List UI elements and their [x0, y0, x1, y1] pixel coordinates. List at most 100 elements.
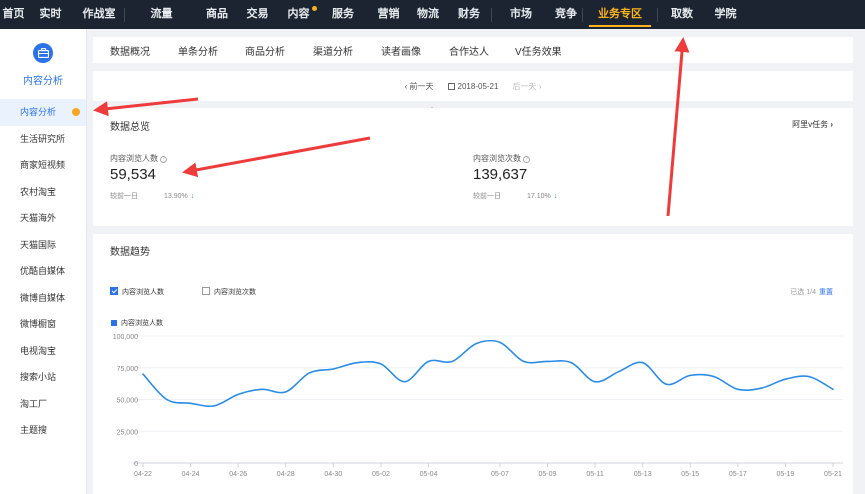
sidebar: 内容分析 内容分析生活研究所商家短视频农村淘宝天猫海外天猫国际优酷自媒体微博自媒… — [0, 29, 87, 494]
data-point — [403, 380, 406, 383]
nav-item-0[interactable]: 首页 — [0, 0, 27, 29]
x-tick-label: 05-15 — [681, 471, 699, 478]
data-point — [618, 370, 620, 373]
sidebar-item-label: 搜索小站 — [20, 372, 57, 382]
nav-item-14[interactable]: 取数 — [658, 0, 706, 29]
help-icon[interactable]: ? — [160, 156, 167, 163]
sidebar-item-10[interactable]: 搜索小站 — [0, 364, 86, 391]
nav-item-label: 营销 — [377, 8, 400, 20]
sidebar-item-0[interactable]: 内容分析 — [0, 99, 86, 126]
data-point — [284, 391, 287, 393]
nav-item-label: 首页 — [2, 8, 25, 20]
nav-item-7[interactable]: 服务 — [318, 0, 368, 29]
metric-views-people: 内容浏览人数? 59,534 较前一日 13.90% ↓ — [110, 153, 194, 201]
calendar-icon — [447, 82, 455, 90]
briefcase-icon — [33, 43, 53, 63]
x-tick-label: 05-13 — [634, 471, 652, 478]
sub-tab-1[interactable]: 单条分析 — [178, 43, 218, 58]
sidebar-menu: 内容分析生活研究所商家短视频农村淘宝天猫海外天猫国际优酷自媒体微博自媒体微博橱窗… — [0, 99, 86, 444]
data-point — [713, 375, 715, 378]
nav-item-13[interactable]: 业务专区 — [583, 0, 657, 29]
x-tick-label: 05-07 — [491, 471, 509, 478]
data-point — [784, 378, 787, 380]
sub-tab-2[interactable]: 商品分析 — [245, 43, 285, 58]
sub-tab-4[interactable]: 读者画像 — [381, 43, 421, 58]
sidebar-item-4[interactable]: 天猫海外 — [0, 205, 86, 232]
nav-item-11[interactable]: 市场 — [492, 0, 550, 29]
sidebar-item-1[interactable]: 生活研究所 — [0, 126, 86, 153]
data-point — [737, 388, 739, 391]
data-point — [189, 402, 192, 405]
data-point — [641, 361, 644, 364]
sidebar-item-9[interactable]: 电视淘宝 — [0, 338, 86, 365]
sidebar-item-5[interactable]: 天猫国际 — [0, 232, 86, 259]
overview-card: 数据总览 阿里v任务 › 内容浏览人数? 59,534 较前一日 13.90% ↓ … — [93, 108, 853, 226]
next-day-button[interactable]: 后一天 › — [512, 81, 541, 92]
v-task-link-label: 阿里v任务 — [792, 120, 829, 129]
nav-item-5[interactable]: 交易 — [236, 0, 279, 29]
sidebar-item-2[interactable]: 商家短视频 — [0, 152, 86, 179]
nav-item-1[interactable]: 实时 — [27, 0, 74, 29]
data-point — [808, 375, 811, 378]
help-icon[interactable]: ? — [523, 156, 530, 163]
sub-tabs: 数据概况 单条分析 商品分析 渠道分析 读者画像 合作达人 V任务效果 — [93, 37, 853, 63]
nav-item-2[interactable]: 作战室 — [74, 0, 124, 29]
metric-value: 139,637 — [473, 166, 528, 183]
date-picker[interactable]: 2018-05-21 — [447, 81, 499, 91]
sidebar-item-label: 生活研究所 — [20, 133, 66, 144]
nav-item-4[interactable]: 商品 — [198, 0, 236, 29]
x-tick-label: 05-19 — [776, 471, 794, 478]
sidebar-item-label: 商家短视频 — [20, 160, 66, 170]
current-date: 2018-05-21 — [457, 81, 499, 91]
sidebar-item-label: 微博橱窗 — [20, 319, 57, 329]
sidebar-item-label: 微博自媒体 — [20, 292, 66, 303]
sidebar-item-label: 天猫海外 — [20, 213, 57, 223]
sidebar-item-label: 内容分析 — [20, 107, 57, 117]
sub-tab-3[interactable]: 渠道分析 — [313, 43, 353, 58]
sidebar-item-label: 电视淘宝 — [20, 345, 57, 356]
nav-item-label: 商品 — [206, 8, 228, 20]
sidebar-item-label: 优酷自媒体 — [20, 266, 66, 276]
nav-item-6[interactable]: 内容 — [279, 0, 318, 29]
nav-item-15[interactable]: 学院 — [706, 0, 745, 29]
sub-tab-6[interactable]: V任务效果 — [515, 43, 562, 58]
nav-item-label: 实时 — [39, 8, 62, 20]
data-point — [570, 361, 573, 364]
data-point — [356, 361, 358, 364]
v-task-link[interactable]: 阿里v任务 › — [792, 119, 833, 130]
status-dot-icon — [72, 108, 80, 116]
data-point — [213, 405, 216, 407]
sidebar-item-12[interactable]: 主题搜 — [0, 417, 86, 444]
sidebar-item-11[interactable]: 淘工厂 — [0, 391, 86, 418]
sidebar-item-6[interactable]: 优酷自媒体 — [0, 258, 86, 285]
metric-value: 59,534 — [110, 166, 156, 183]
sidebar-item-7[interactable]: 微博自媒体 — [0, 285, 86, 312]
nav-item-9[interactable]: 物流 — [409, 0, 447, 29]
arrow-down-icon: ↓ — [190, 193, 195, 200]
data-point — [760, 387, 763, 389]
arrow-down-icon: ↓ — [553, 193, 558, 200]
nav-item-10[interactable]: 财务 — [447, 0, 491, 29]
nav-item-3[interactable]: 流量 — [125, 0, 198, 29]
data-point — [165, 398, 168, 401]
metric-label: 内容浏览人数 — [110, 154, 158, 163]
compare-label: 较前一日 — [473, 193, 501, 200]
x-tick-label: 04-26 — [229, 471, 247, 478]
data-point — [832, 388, 834, 391]
prev-day-button[interactable]: ‹ 前一天 — [405, 81, 434, 92]
x-tick-label: 04-28 — [277, 471, 295, 478]
x-tick-label: 05-17 — [729, 471, 747, 478]
sub-tab-0[interactable]: 数据概况 — [110, 43, 150, 58]
sub-tab-5[interactable]: 合作达人 — [449, 43, 489, 58]
y-tick-label: 25,000 — [117, 429, 139, 436]
sidebar-item-8[interactable]: 微博橱窗 — [0, 311, 86, 338]
nav-item-12[interactable]: 竞争 — [550, 0, 582, 29]
top-nav: 首页 实时 作战室 流量 商品 交易 内容 服务 营销 物流 财务 市场 竞争 业务专区 取数 学院 — [0, 0, 865, 29]
date-bar: ‹ 前一天 2018-05-21 后一天 › — [93, 71, 853, 101]
x-tick-label: 04-30 — [324, 471, 342, 478]
data-point — [665, 383, 668, 386]
sidebar-item-3[interactable]: 农村淘宝 — [0, 179, 86, 206]
sidebar-header[interactable]: 内容分析 — [0, 29, 86, 99]
nav-item-8[interactable]: 营销 — [368, 0, 409, 29]
notification-dot-icon — [312, 6, 317, 11]
